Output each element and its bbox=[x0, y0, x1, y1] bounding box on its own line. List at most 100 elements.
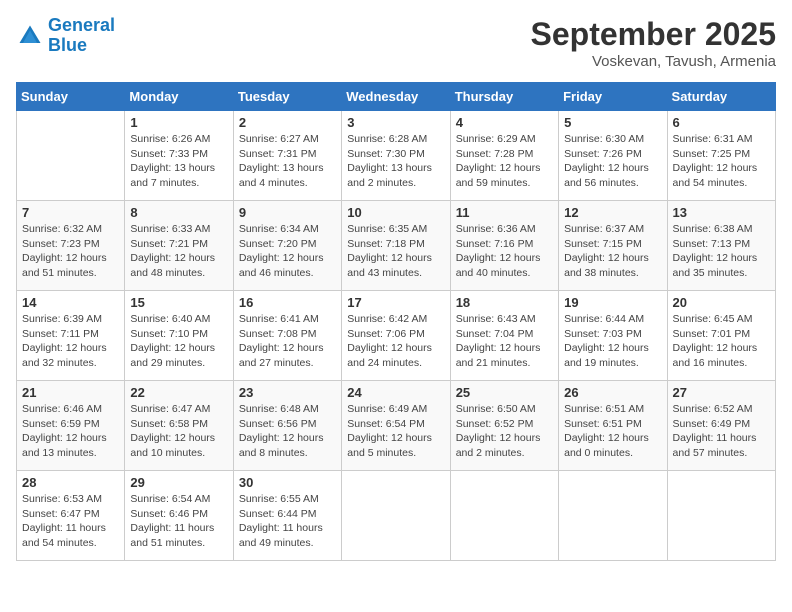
day-info: Sunrise: 6:48 AM Sunset: 6:56 PM Dayligh… bbox=[239, 402, 336, 461]
day-number: 13 bbox=[673, 205, 770, 220]
day-cell-12: 12Sunrise: 6:37 AM Sunset: 7:15 PM Dayli… bbox=[559, 201, 667, 291]
month-title: September 2025 bbox=[531, 16, 776, 53]
day-info: Sunrise: 6:39 AM Sunset: 7:11 PM Dayligh… bbox=[22, 312, 119, 371]
day-info: Sunrise: 6:54 AM Sunset: 6:46 PM Dayligh… bbox=[130, 492, 227, 551]
day-cell-23: 23 Sunrise: 6:48 AM Sunset: 6:56 PM Dayli… bbox=[233, 381, 341, 471]
day-cell-21: 21 Sunrise: 6:46 AM Sunset: 6:59 PM Dayli… bbox=[17, 381, 125, 471]
day-info: Sunrise: 6:26 AM Sunset: 7:33 PM Dayligh… bbox=[130, 132, 227, 191]
day-info: Sunrise: 6:38 AM Sunset: 7:13 PM Dayligh… bbox=[673, 222, 770, 281]
day-info: Sunrise: 6:51 AM Sunset: 6:51 PM Dayligh… bbox=[564, 402, 661, 461]
empty-cell bbox=[450, 471, 558, 561]
day-info: Sunrise: 6:50 AM Sunset: 6:52 PM Dayligh… bbox=[456, 402, 553, 461]
page-header: General Blue September 2025 Voskevan, Ta… bbox=[16, 16, 776, 70]
day-cell-9: 9Sunrise: 6:34 AM Sunset: 7:20 PM Daylig… bbox=[233, 201, 341, 291]
day-info: Sunrise: 6:53 AM Sunset: 6:47 PM Dayligh… bbox=[22, 492, 119, 551]
day-number: 18 bbox=[456, 295, 553, 310]
day-cell-20: 20 Sunrise: 6:45 AM Sunset: 7:01 PM Dayli… bbox=[667, 291, 775, 381]
day-cell-26: 26 Sunrise: 6:51 AM Sunset: 6:51 PM Dayli… bbox=[559, 381, 667, 471]
day-cell-7: 7 Sunrise: 6:32 AM Sunset: 7:23 PM Daylig… bbox=[17, 201, 125, 291]
day-info: Sunrise: 6:55 AM Sunset: 6:44 PM Dayligh… bbox=[239, 492, 336, 551]
day-number: 26 bbox=[564, 385, 661, 400]
day-number: 10 bbox=[347, 205, 444, 220]
day-info: Sunrise: 6:31 AM Sunset: 7:25 PM Dayligh… bbox=[673, 132, 770, 191]
day-info: Sunrise: 6:46 AM Sunset: 6:59 PM Dayligh… bbox=[22, 402, 119, 461]
day-number: 4 bbox=[456, 115, 553, 130]
day-number: 1 bbox=[130, 115, 227, 130]
week-row-2: 7 Sunrise: 6:32 AM Sunset: 7:23 PM Daylig… bbox=[17, 201, 776, 291]
day-number: 2 bbox=[239, 115, 336, 130]
week-row-4: 21 Sunrise: 6:46 AM Sunset: 6:59 PM Dayli… bbox=[17, 381, 776, 471]
logo-text: General Blue bbox=[48, 16, 115, 56]
day-info: Sunrise: 6:36 AM Sunset: 7:16 PM Dayligh… bbox=[456, 222, 553, 281]
title-block: September 2025 Voskevan, Tavush, Armenia bbox=[531, 16, 776, 70]
day-cell-11: 11 Sunrise: 6:36 AM Sunset: 7:16 PM Dayli… bbox=[450, 201, 558, 291]
header-friday: Friday bbox=[559, 83, 667, 111]
week-row-5: 28Sunrise: 6:53 AM Sunset: 6:47 PM Dayli… bbox=[17, 471, 776, 561]
header-monday: Monday bbox=[125, 83, 233, 111]
day-cell-4: 4 Sunrise: 6:29 AM Sunset: 7:28 PM Daylig… bbox=[450, 111, 558, 201]
day-info: Sunrise: 6:34 AM Sunset: 7:20 PM Dayligh… bbox=[239, 222, 336, 281]
day-cell-6: 6 Sunrise: 6:31 AM Sunset: 7:25 PM Daylig… bbox=[667, 111, 775, 201]
day-cell-8: 8 Sunrise: 6:33 AM Sunset: 7:21 PM Daylig… bbox=[125, 201, 233, 291]
day-number: 22 bbox=[130, 385, 227, 400]
day-cell-5: 5 Sunrise: 6:30 AM Sunset: 7:26 PM Daylig… bbox=[559, 111, 667, 201]
day-number: 20 bbox=[673, 295, 770, 310]
day-info: Sunrise: 6:44 AM Sunset: 7:03 PM Dayligh… bbox=[564, 312, 661, 371]
day-number: 30 bbox=[239, 475, 336, 490]
day-info: Sunrise: 6:52 AM Sunset: 6:49 PM Dayligh… bbox=[673, 402, 770, 461]
day-number: 23 bbox=[239, 385, 336, 400]
day-cell-25: 25 Sunrise: 6:50 AM Sunset: 6:52 PM Dayli… bbox=[450, 381, 558, 471]
day-info: Sunrise: 6:29 AM Sunset: 7:28 PM Dayligh… bbox=[456, 132, 553, 191]
day-info: Sunrise: 6:33 AM Sunset: 7:21 PM Dayligh… bbox=[130, 222, 227, 281]
logo-icon bbox=[16, 22, 44, 50]
day-info: Sunrise: 6:35 AM Sunset: 7:18 PM Dayligh… bbox=[347, 222, 444, 281]
day-info: Sunrise: 6:41 AM Sunset: 7:08 PM Dayligh… bbox=[239, 312, 336, 371]
day-number: 25 bbox=[456, 385, 553, 400]
day-cell-17: 17 Sunrise: 6:42 AM Sunset: 7:06 PM Dayli… bbox=[342, 291, 450, 381]
day-number: 11 bbox=[456, 205, 553, 220]
location: Voskevan, Tavush, Armenia bbox=[531, 53, 776, 70]
day-cell-10: 10 Sunrise: 6:35 AM Sunset: 7:18 PM Dayli… bbox=[342, 201, 450, 291]
day-cell-15: 15 Sunrise: 6:40 AM Sunset: 7:10 PM Dayli… bbox=[125, 291, 233, 381]
header-tuesday: Tuesday bbox=[233, 83, 341, 111]
day-number: 21 bbox=[22, 385, 119, 400]
calendar-table: SundayMondayTuesdayWednesdayThursdayFrid… bbox=[16, 82, 776, 561]
day-number: 8 bbox=[130, 205, 227, 220]
header-sunday: Sunday bbox=[17, 83, 125, 111]
day-number: 12 bbox=[564, 205, 661, 220]
header-wednesday: Wednesday bbox=[342, 83, 450, 111]
day-info: Sunrise: 6:30 AM Sunset: 7:26 PM Dayligh… bbox=[564, 132, 661, 191]
day-cell-30: 30 Sunrise: 6:55 AM Sunset: 6:44 PM Dayli… bbox=[233, 471, 341, 561]
week-row-3: 14 Sunrise: 6:39 AM Sunset: 7:11 PM Dayli… bbox=[17, 291, 776, 381]
day-number: 15 bbox=[130, 295, 227, 310]
day-cell-3: 3 Sunrise: 6:28 AM Sunset: 7:30 PM Daylig… bbox=[342, 111, 450, 201]
day-info: Sunrise: 6:49 AM Sunset: 6:54 PM Dayligh… bbox=[347, 402, 444, 461]
week-row-1: 1 Sunrise: 6:26 AM Sunset: 7:33 PM Daylig… bbox=[17, 111, 776, 201]
day-info: Sunrise: 6:43 AM Sunset: 7:04 PM Dayligh… bbox=[456, 312, 553, 371]
day-info: Sunrise: 6:28 AM Sunset: 7:30 PM Dayligh… bbox=[347, 132, 444, 191]
day-cell-16: 16 Sunrise: 6:41 AM Sunset: 7:08 PM Dayli… bbox=[233, 291, 341, 381]
day-info: Sunrise: 6:40 AM Sunset: 7:10 PM Dayligh… bbox=[130, 312, 227, 371]
calendar-header-row: SundayMondayTuesdayWednesdayThursdayFrid… bbox=[17, 83, 776, 111]
day-cell-2: 2Sunrise: 6:27 AM Sunset: 7:31 PM Daylig… bbox=[233, 111, 341, 201]
day-number: 17 bbox=[347, 295, 444, 310]
day-number: 27 bbox=[673, 385, 770, 400]
day-number: 14 bbox=[22, 295, 119, 310]
header-saturday: Saturday bbox=[667, 83, 775, 111]
day-cell-18: 18 Sunrise: 6:43 AM Sunset: 7:04 PM Dayli… bbox=[450, 291, 558, 381]
day-number: 3 bbox=[347, 115, 444, 130]
day-cell-24: 24Sunrise: 6:49 AM Sunset: 6:54 PM Dayli… bbox=[342, 381, 450, 471]
day-number: 29 bbox=[130, 475, 227, 490]
empty-cell bbox=[17, 111, 125, 201]
day-cell-27: 27 Sunrise: 6:52 AM Sunset: 6:49 PM Dayli… bbox=[667, 381, 775, 471]
day-info: Sunrise: 6:47 AM Sunset: 6:58 PM Dayligh… bbox=[130, 402, 227, 461]
day-cell-1: 1 Sunrise: 6:26 AM Sunset: 7:33 PM Daylig… bbox=[125, 111, 233, 201]
day-info: Sunrise: 6:32 AM Sunset: 7:23 PM Dayligh… bbox=[22, 222, 119, 281]
day-number: 16 bbox=[239, 295, 336, 310]
day-number: 6 bbox=[673, 115, 770, 130]
day-number: 5 bbox=[564, 115, 661, 130]
day-info: Sunrise: 6:42 AM Sunset: 7:06 PM Dayligh… bbox=[347, 312, 444, 371]
day-info: Sunrise: 6:45 AM Sunset: 7:01 PM Dayligh… bbox=[673, 312, 770, 371]
day-cell-13: 13 Sunrise: 6:38 AM Sunset: 7:13 PM Dayli… bbox=[667, 201, 775, 291]
day-number: 7 bbox=[22, 205, 119, 220]
